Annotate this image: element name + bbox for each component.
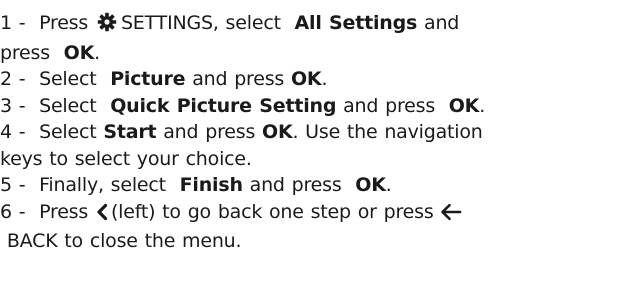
step-keyword: Picture: [110, 68, 186, 90]
step-text: .: [479, 94, 486, 117]
step-keyword: All Settings: [294, 12, 418, 34]
step-text: and press: [192, 68, 285, 90]
gear-icon: [97, 12, 117, 40]
step-text: . Use the navigation: [292, 121, 483, 143]
step-text: .: [94, 41, 100, 64]
step-text: .: [385, 174, 392, 196]
step-text: .: [321, 68, 328, 90]
step-text: and: [424, 12, 460, 34]
step-3-line: 3 - Select Quick Picture Setting and pre…: [0, 93, 627, 120]
step-1-line-2: press OK.: [0, 40, 627, 67]
step-5-line: 5 - Finally, select Finish and press OK.: [0, 172, 627, 199]
step-text: SETTINGS, select: [120, 12, 281, 34]
step-keyword: OK: [355, 174, 386, 196]
step-text: Finally, select: [39, 174, 166, 196]
step-text: Select: [39, 121, 97, 143]
step-keyword: OK: [290, 68, 322, 90]
step-1-line-1: 1 - Press SETTINGS, select All Settings …: [0, 10, 627, 40]
step-number: 4 -: [0, 121, 26, 143]
step-text: Select: [39, 68, 97, 90]
step-keyword: Start: [103, 121, 157, 143]
step-keyword: OK: [262, 121, 293, 143]
step-text: and press: [249, 174, 342, 196]
step-6-line-2: BACK to close the menu.: [0, 228, 627, 255]
chevron-left-icon: [96, 202, 108, 229]
step-number: 1 -: [0, 12, 26, 34]
step-text: press: [0, 41, 50, 64]
step-text: BACK to close the menu.: [6, 230, 242, 252]
step-2-line: 2 - Select Picture and press OK.: [0, 66, 627, 93]
step-text: and press: [343, 94, 436, 117]
step-keyword: Quick Picture Setting: [110, 94, 337, 117]
step-number: 6 -: [0, 200, 26, 223]
step-text: Press: [39, 200, 89, 223]
step-4-line-1: 4 - Select Start and press OK. Use the n…: [0, 119, 627, 146]
step-text: and press: [163, 121, 256, 143]
instructions: 1 - Press SETTINGS, select All Settings …: [0, 0, 627, 301]
step-keyword: OK: [448, 94, 480, 117]
step-keyword: Finish: [179, 174, 243, 196]
step-text: keys to select your choice.: [0, 147, 252, 170]
step-number: 3 -: [0, 94, 26, 117]
arrow-left-icon: [440, 202, 462, 229]
step-text: Press: [39, 12, 89, 34]
step-keyword: OK: [63, 41, 95, 64]
step-number: 5 -: [0, 174, 26, 196]
step-text: Select: [39, 94, 97, 117]
step-text: (left) to go back one step or press: [110, 200, 434, 223]
step-4-line-2: keys to select your choice.: [0, 146, 627, 173]
step-6-line-1: 6 - Press (left) to go back one step or …: [0, 199, 627, 229]
step-number: 2 -: [0, 68, 26, 90]
